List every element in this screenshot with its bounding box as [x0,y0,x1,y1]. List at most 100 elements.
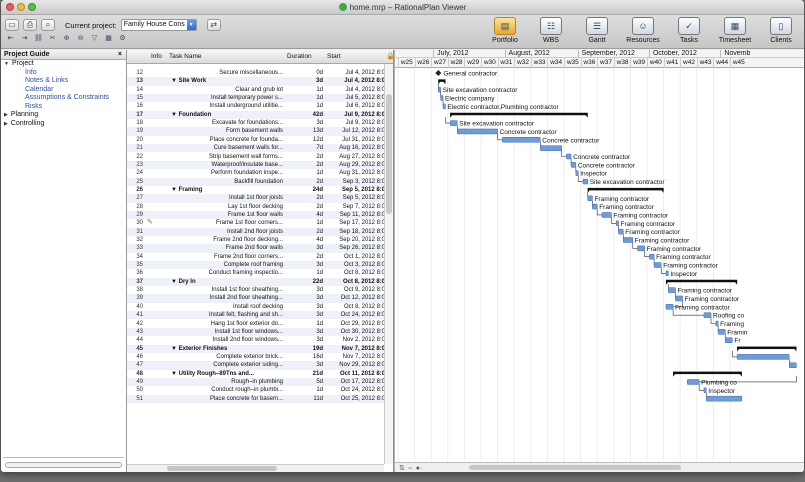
table-row[interactable]: 36 Conduct framing inspectio... 1d Oct 8, 2… [127,269,385,277]
table-row[interactable]: 16 Install underground utilitie... 1d Jul 6… [127,102,385,110]
guide-item-assumptions-constraints[interactable]: Assumptions & Constraints [1,94,126,103]
summary-bar[interactable] [665,279,738,283]
print-icon[interactable]: ⎙ [23,19,37,31]
guide-item-calendar[interactable]: Calendar [1,86,126,95]
table-row[interactable]: 13 ▼ Site Work 3d Jul 4, 2012 8:0 [127,77,385,86]
calendar-icon[interactable]: ▦ [103,34,114,44]
scroll-thumb[interactable] [386,94,392,214]
column-header-start[interactable]: Start [327,53,341,60]
link-icon[interactable]: ⛓ [33,34,44,44]
task-bar[interactable] [703,387,707,394]
summary-bar[interactable] [673,371,742,375]
table-row[interactable]: 44 Install 2nd floor windows... 3d Nov 2, 2… [127,336,385,344]
gantt-view-button[interactable]: ☰ Gantt [574,17,620,44]
unlink-icon[interactable]: ✂ [47,34,58,44]
lock-icon[interactable]: 🔒 [386,52,393,60]
task-bar[interactable] [637,245,645,252]
task-bar[interactable] [587,195,593,201]
open-project-icon[interactable]: ⇄ [206,19,221,31]
milestone-marker[interactable] [435,70,442,76]
zoom-out-icon[interactable]: ⊖ [75,34,86,44]
guide-item-risks[interactable]: Risks [1,103,126,112]
table-row[interactable]: 21 Cure basement walls for... 7d Aug 16, 20… [127,144,385,153]
zoom-icon[interactable]: ⌕ [41,19,55,31]
table-row[interactable]: 41 Install felt, flashing and sh... 3d Oct … [127,311,385,320]
table-row[interactable]: 30 ✎ Frame 1st floor corners... 1d Sep 17, 2… [127,219,385,227]
wbs-view-button[interactable]: ☷ WBS [528,17,574,44]
clients-view-button[interactable]: ▯ Clients [758,17,804,44]
table-row[interactable]: 48 ▼ Utility Rough–89Tns and... 21d Oct 11,… [127,370,385,378]
tasks-view-button[interactable]: ✓ Tasks [666,17,712,44]
task-bar[interactable] [618,228,624,235]
task-bar[interactable] [703,312,712,318]
table-row[interactable]: 49 Rough–in plumbing 5d Oct 17, 2012 8:0 [127,377,385,387]
task-bar[interactable] [623,237,634,243]
column-header-info[interactable]: Info [151,53,162,60]
task-bar[interactable] [582,178,588,185]
guide-scrollbar[interactable] [5,462,122,468]
table-row[interactable]: 17 ▼ Foundation 42d Jul 9, 2012 8:0 [127,110,385,120]
guide-item-controlling[interactable]: ▶ Controlling [1,120,126,129]
task-bar[interactable] [789,362,797,368]
grid-horizontal-scrollbar[interactable] [127,464,384,472]
table-row[interactable]: 27 Install 1st floor joists 2d Sep 5, 2012 … [127,194,385,203]
task-bar[interactable] [575,170,579,176]
task-bar[interactable] [601,212,612,218]
task-bar[interactable] [442,103,446,110]
table-row[interactable]: 38 Install 1st floor sheathing... 3d Oct 9,… [127,286,385,294]
grid-vertical-scrollbar[interactable]: 🔒 [384,53,393,464]
table-row[interactable]: 24 Perform foundation inspe... 1d Aug 31, 2… [127,169,385,177]
task-bar[interactable] [502,137,541,143]
table-row[interactable]: 47 Complete exterior siding... 3d Nov 29, 2… [127,361,385,370]
task-bar[interactable] [653,262,662,268]
task-bar[interactable] [736,354,790,360]
table-row[interactable]: 29 Frame 1st floor walls 4d Sep 11, 2012 8:… [127,210,385,220]
open-folder-icon[interactable]: ▭ [5,19,19,31]
portfolio-view-button[interactable]: ▤ Portfolio [482,17,528,44]
timeline-controls-icon[interactable]: ⇅ ⇔ ●· [399,464,422,472]
expand-down-icon[interactable]: ▼ [4,61,9,67]
table-row[interactable]: 18 Excavate for foundations... 3d Jul 9, 20… [127,119,385,127]
task-bar[interactable] [438,86,441,93]
zoom-in-icon[interactable]: ⊕ [61,34,72,44]
task-bar[interactable] [540,145,562,151]
resources-view-button[interactable]: ☺ Resources [620,17,666,44]
table-row[interactable]: 14 Clear and grub lot 1d Jul 4, 2012 8:0 [127,86,385,94]
guide-item-notes-links[interactable]: Notes & Links [1,77,126,86]
gantt-scrollbar[interactable]: ⇅ ⇔ ●· [395,462,804,472]
task-bar[interactable] [449,120,458,126]
summary-bar[interactable] [587,187,664,191]
task-bar[interactable] [706,395,743,402]
table-row[interactable]: 33 Frame 2nd floor walls 3d Sep 26, 2012 8:… [127,244,385,253]
task-bar[interactable] [665,270,669,277]
table-row[interactable]: 12 Secure miscellaneous... 0d Jul 4, 2012 8… [127,69,385,77]
scroll-thumb[interactable] [167,466,277,471]
task-bar[interactable] [725,337,733,343]
outdent-icon[interactable]: ⇥ [19,34,30,44]
task-bar[interactable] [687,379,700,385]
task-bar[interactable] [665,304,674,310]
table-row[interactable]: 26 ▼ Framing 24d Sep 5, 2012 8:0 [127,186,385,194]
expand-right-icon[interactable]: ▶ [4,121,8,127]
table-row[interactable]: 23 Waterproof/insulate base... 2d Aug 29, 2… [127,160,385,170]
column-header-duration[interactable]: Duration [287,53,312,60]
table-row[interactable]: 31 Install 2nd floor joists 2d Sep 18, 2012… [127,227,385,236]
table-row[interactable]: 50 Conduct rough–in plumbi... 1d Oct 24, 20… [127,386,385,394]
table-row[interactable]: 35 Complete roof framing 3d Oct 3, 2012 8:0 [127,261,385,270]
table-row[interactable]: 37 ▼ Dry In 22d Oct 8, 2012 8:0 [127,277,385,287]
guide-item-info[interactable]: Info [1,69,126,78]
column-header-task-name[interactable]: Task Name [169,53,202,60]
table-row[interactable]: 45 ▼ Exterior Finishes 19d Nov 7, 2012 8:0 [127,344,385,353]
guide-item-project[interactable]: ▼ Project [1,60,126,69]
task-bar[interactable] [717,329,726,335]
table-row[interactable]: 39 Install 2nd floor sheathing... 3d Oct 12… [127,294,385,303]
task-bar[interactable] [649,253,655,260]
task-bar[interactable] [566,153,572,160]
task-bar[interactable] [615,220,619,227]
table-row[interactable]: 40 Install roof decking 3d Oct 8, 2012 8:0 [127,303,385,311]
table-row[interactable]: 19 Form basement walls 13d Jul 12, 2012 8:0 [127,127,385,136]
settings-icon[interactable]: ⚙ [117,34,128,44]
task-bar[interactable] [592,203,598,210]
task-bar[interactable] [570,162,577,168]
table-row[interactable]: 46 Complete exterior brick... 16d Nov 7, 20… [127,353,385,361]
